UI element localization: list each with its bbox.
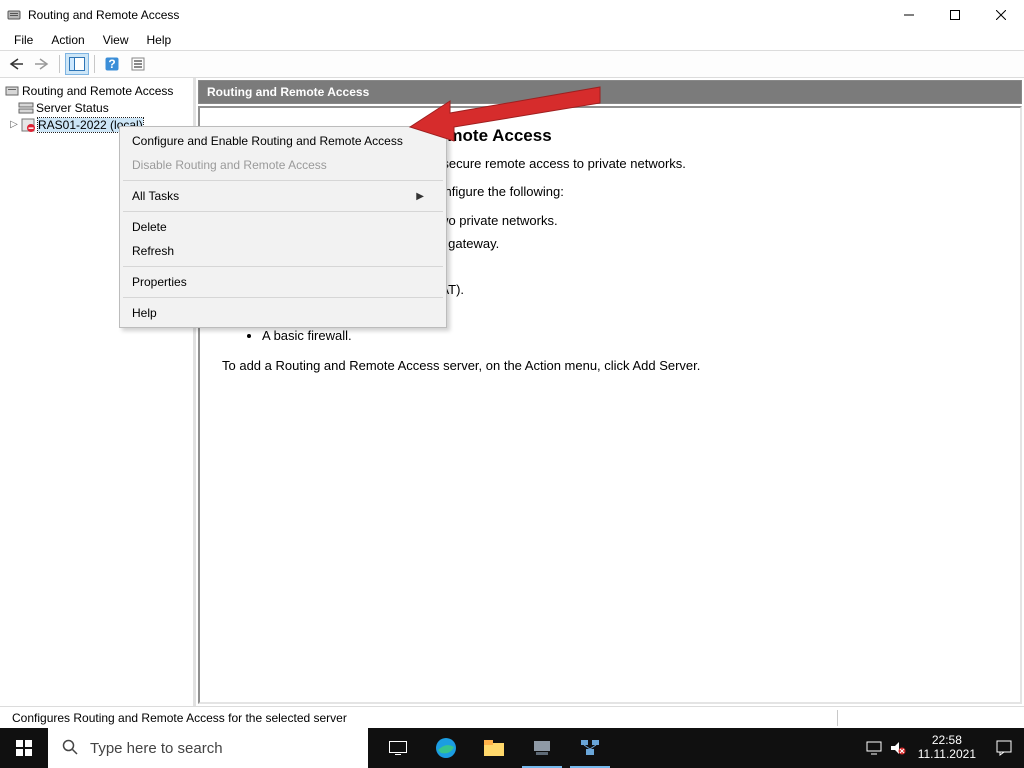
menu-view[interactable]: View xyxy=(95,31,137,49)
window-title: Routing and Remote Access xyxy=(28,8,886,22)
taskbar-clock[interactable]: 22:58 11.11.2021 xyxy=(910,734,984,762)
taskbar-server-manager[interactable] xyxy=(518,728,566,768)
system-tray: 22:58 11.11.2021 xyxy=(862,728,1024,768)
cm-delete[interactable]: Delete xyxy=(122,215,444,239)
status-bar: Configures Routing and Remote Access for… xyxy=(0,706,1024,728)
notification-button[interactable] xyxy=(984,728,1024,768)
app-icon xyxy=(6,7,22,23)
list-item: A basic firewall. xyxy=(262,327,998,346)
submenu-arrow-icon: ▶ xyxy=(416,191,424,202)
start-button[interactable] xyxy=(0,728,48,768)
tree-server-status[interactable]: Server Status xyxy=(0,99,193,116)
taskbar-explorer[interactable] xyxy=(470,728,518,768)
rras-console-icon xyxy=(4,83,20,99)
taskbar-search[interactable]: Type here to search xyxy=(48,728,368,768)
context-menu: Configure and Enable Routing and Remote … xyxy=(119,126,447,328)
taskbar: Type here to search 22:58 11.11.2021 xyxy=(0,728,1024,768)
search-placeholder: Type here to search xyxy=(90,740,223,757)
cm-help[interactable]: Help xyxy=(122,301,444,325)
menu-action[interactable]: Action xyxy=(43,31,92,49)
toolbar: ? xyxy=(0,50,1024,78)
back-button[interactable] xyxy=(4,53,28,75)
menu-bar: File Action View Help xyxy=(0,30,1024,50)
add-server-text: To add a Routing and Remote Access serve… xyxy=(222,357,998,376)
svg-text:?: ? xyxy=(108,57,115,71)
help-button[interactable]: ? xyxy=(100,53,124,75)
menu-help[interactable]: Help xyxy=(139,31,180,49)
server-disabled-icon xyxy=(20,117,36,133)
expand-icon[interactable]: ▷ xyxy=(8,119,20,130)
task-view-button[interactable] xyxy=(374,728,422,768)
maximize-button[interactable] xyxy=(932,0,978,30)
tray-volume-icon[interactable] xyxy=(886,728,910,768)
clock-date: 11.11.2021 xyxy=(918,748,976,762)
search-icon xyxy=(62,739,78,758)
cm-all-tasks[interactable]: All Tasks▶ xyxy=(122,184,444,208)
taskbar-edge[interactable] xyxy=(422,728,470,768)
forward-button[interactable] xyxy=(30,53,54,75)
title-bar: Routing and Remote Access xyxy=(0,0,1024,30)
tray-network-icon[interactable] xyxy=(862,728,886,768)
server-status-icon xyxy=(18,100,34,116)
close-button[interactable] xyxy=(978,0,1024,30)
cm-configure-enable[interactable]: Configure and Enable Routing and Remote … xyxy=(122,129,444,153)
tree-root[interactable]: Routing and Remote Access xyxy=(0,82,193,99)
show-hide-tree-button[interactable] xyxy=(65,53,89,75)
menu-file[interactable]: File xyxy=(6,31,41,49)
cm-disable: Disable Routing and Remote Access xyxy=(122,153,444,177)
taskbar-rras[interactable] xyxy=(566,728,614,768)
cm-properties[interactable]: Properties xyxy=(122,270,444,294)
tree-root-label: Routing and Remote Access xyxy=(22,84,173,98)
content-header: Routing and Remote Access xyxy=(198,80,1022,104)
refresh-button[interactable] xyxy=(126,53,150,75)
minimize-button[interactable] xyxy=(886,0,932,30)
tree-server-status-label: Server Status xyxy=(36,101,109,115)
cm-refresh[interactable]: Refresh xyxy=(122,239,444,263)
status-text: Configures Routing and Remote Access for… xyxy=(6,711,353,725)
clock-time: 22:58 xyxy=(918,734,976,748)
